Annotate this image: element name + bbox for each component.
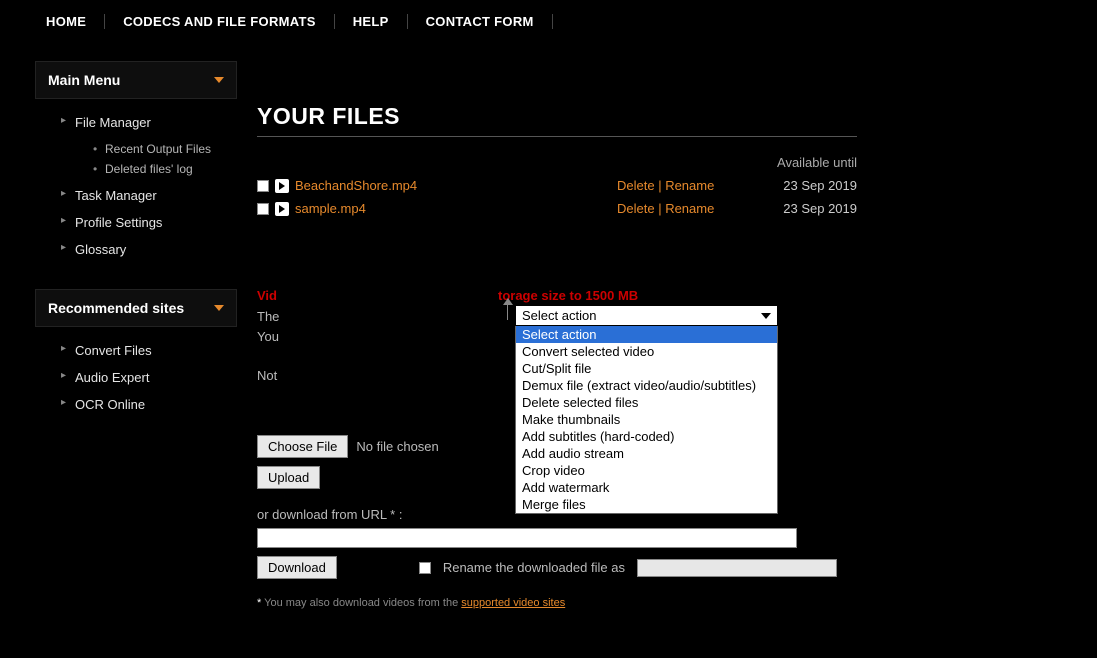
select-option[interactable]: Add watermark	[516, 479, 777, 496]
select-option[interactable]: Select action	[516, 326, 777, 343]
main-menu-title: Main Menu	[48, 72, 120, 88]
select-option[interactable]: Make thumbnails	[516, 411, 777, 428]
delete-link[interactable]: Delete	[617, 201, 655, 216]
sidebar-item[interactable]: Convert Files	[61, 337, 237, 364]
sidebar-item[interactable]: Audio Expert	[61, 364, 237, 391]
select-option[interactable]: Merge files	[516, 496, 777, 513]
file-name-link[interactable]: BeachandShore.mp4	[295, 178, 417, 193]
file-row: sample.mp4Delete | Rename23 Sep 2019	[257, 201, 857, 216]
file-checkbox[interactable]	[257, 180, 269, 192]
select-option[interactable]: Delete selected files	[516, 394, 777, 411]
sidebar-item[interactable]: Glossary	[61, 236, 237, 263]
available-until-header: Available until	[257, 155, 857, 170]
page-title: YOUR FILES	[257, 103, 1067, 130]
arrow-up-icon	[503, 296, 515, 318]
rename-label: Rename the downloaded file as	[443, 560, 625, 575]
rename-checkbox[interactable]	[419, 562, 431, 574]
topnav-item[interactable]: CODECS AND FILE FORMATS	[105, 14, 335, 29]
select-option[interactable]: Crop video	[516, 462, 777, 479]
rename-input[interactable]	[637, 559, 837, 577]
select-option[interactable]: Add audio stream	[516, 445, 777, 462]
sidebar-subitem[interactable]: Deleted files' log	[93, 159, 237, 179]
title-divider	[257, 136, 857, 137]
rename-link[interactable]: Rename	[665, 201, 714, 216]
dropdown-caret-icon	[761, 313, 771, 319]
caret-down-icon	[214, 77, 224, 83]
sidebar: Main Menu File Manager Recent Output File…	[0, 43, 237, 609]
footnote: * You may also download videos from the …	[257, 597, 1067, 609]
select-option[interactable]: Demux file (extract video/audio/subtitle…	[516, 377, 777, 394]
download-url-input[interactable]	[257, 528, 797, 548]
file-row: BeachandShore.mp4Delete | Rename23 Sep 2…	[257, 178, 857, 193]
main-content: YOUR FILES Available until BeachandShore…	[237, 43, 1097, 609]
sidebar-item[interactable]: OCR Online	[61, 391, 237, 418]
upload-button[interactable]: Upload	[257, 466, 320, 489]
caret-down-icon	[214, 305, 224, 311]
file-checkbox[interactable]	[257, 203, 269, 215]
select-option[interactable]: Convert selected video	[516, 343, 777, 360]
sidebar-subitem[interactable]: Recent Output Files	[93, 139, 237, 159]
select-option[interactable]: Add subtitles (hard-coded)	[516, 428, 777, 445]
play-icon[interactable]	[275, 202, 289, 216]
sidebar-item[interactable]: Profile Settings	[61, 209, 237, 236]
select-dropdown: Select actionConvert selected videoCut/S…	[515, 326, 778, 514]
select-value: Select action	[522, 308, 596, 323]
choose-file-button[interactable]: Choose File	[257, 435, 348, 458]
file-date: 23 Sep 2019	[737, 178, 857, 193]
topnav-item[interactable]: CONTACT FORM	[408, 14, 553, 29]
select-head[interactable]: Select action	[515, 305, 778, 326]
topnav-item[interactable]: HELP	[335, 14, 408, 29]
select-option[interactable]: Cut/Split file	[516, 360, 777, 377]
file-date: 23 Sep 2019	[737, 201, 857, 216]
sidebar-item[interactable]: Task Manager	[61, 182, 237, 209]
supported-sites-link[interactable]: supported video sites	[461, 597, 565, 609]
delete-link[interactable]: Delete	[617, 178, 655, 193]
download-button[interactable]: Download	[257, 556, 337, 579]
rename-link[interactable]: Rename	[665, 178, 714, 193]
action-select[interactable]: Select action Select actionConvert selec…	[515, 305, 778, 514]
top-nav: HOMECODECS AND FILE FORMATSHELPCONTACT F…	[0, 0, 1097, 43]
recommended-title: Recommended sites	[48, 300, 184, 316]
play-icon[interactable]	[275, 179, 289, 193]
main-menu-header[interactable]: Main Menu	[35, 61, 237, 99]
recommended-header[interactable]: Recommended sites	[35, 289, 237, 327]
no-file-label: No file chosen	[356, 439, 438, 454]
warning-title: Vid……………………………………………torage size to 1500 …	[257, 288, 857, 303]
file-name-link[interactable]: sample.mp4	[295, 201, 366, 216]
topnav-item[interactable]: HOME	[46, 14, 105, 29]
sidebar-item[interactable]: File Manager	[61, 109, 237, 136]
